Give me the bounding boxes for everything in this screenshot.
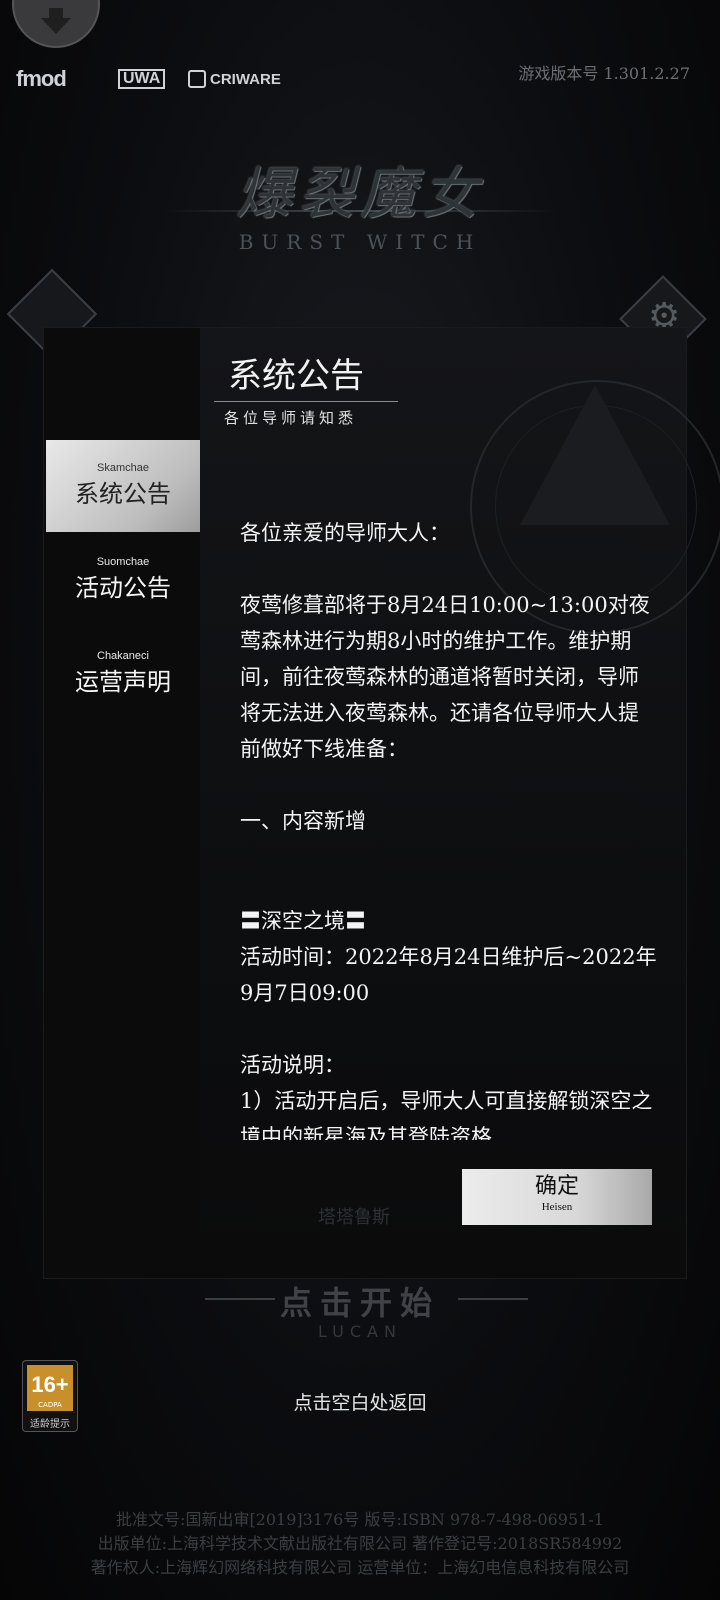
event-description-item: 1）活动开启后，导师大人可直接解锁深空之境中的新星海及其登陆资格 — [240, 1089, 653, 1140]
criware-label: CRIWARE — [210, 70, 281, 88]
tab-sub-label: Skamchae — [97, 462, 149, 474]
game-title-en: BURST WITCH — [238, 230, 482, 254]
game-version: 游戏版本号 1.301.2.27 — [518, 64, 690, 83]
uwa-logo: UWA — [118, 69, 166, 89]
confirm-label: 确定 — [534, 1174, 579, 1199]
notice-paragraph: 夜莺修葺部将于8月24日10:00~13:00对夜莺森林进行为期8小时的维护工作… — [240, 593, 650, 761]
title-underline — [214, 401, 398, 402]
footer-line: 著作权人:上海辉幻网络科技有限公司 运营单位：上海幻电信息科技有限公司 — [90, 1558, 630, 1577]
background-character-name: 塔塔鲁斯 — [318, 1207, 390, 1228]
tab-activity-announcement[interactable]: Suomchae 活动公告 — [46, 534, 200, 626]
tap-to-start-label: 点击开始 — [279, 1284, 440, 1322]
triangle-decoration — [520, 385, 670, 525]
event-time: 活动时间：2022年8月24日维护后~2022年9月7日09:00 — [240, 945, 657, 1005]
footer-line: 批准文号:国新出审[2019]3176号 版号:ISBN 978-7-498-0… — [116, 1510, 604, 1529]
panel-title: 系统公告 — [228, 356, 364, 396]
tap-to-start-sub-label: LUCAN — [318, 1322, 402, 1341]
tab-label: 活动公告 — [75, 574, 171, 602]
panel-subtitle: 各位导师请知悉 — [224, 409, 358, 427]
legal-footer: 批准文号:国新出审[2019]3176号 版号:ISBN 978-7-498-0… — [0, 1508, 720, 1580]
game-title-cn: 爆裂魔女 — [236, 162, 484, 227]
game-logo: 爆裂魔女 BURST WITCH — [170, 150, 550, 300]
download-arrow-icon — [41, 8, 71, 34]
confirm-sub-label: Heisen — [541, 1201, 573, 1213]
footer-line: 出版单位:上海科学技术文献出版社有限公司 著作登记号:2018SR584992 — [97, 1534, 623, 1553]
cri-mark-icon — [188, 70, 206, 88]
notice-greeting: 各位亲爱的导师大人： — [240, 521, 450, 545]
fmod-logo: fmod — [16, 66, 67, 91]
tab-sub-label: Suomchae — [96, 556, 150, 568]
notice-section-heading: 一、内容新增 — [240, 809, 366, 833]
age-rating-label: 适龄提示 — [30, 1419, 70, 1430]
tap-blank-to-return-hint: 点击空白处返回 — [293, 1392, 427, 1414]
tab-sub-label: Chakaneci — [97, 650, 149, 662]
tab-label: 运营声明 — [75, 668, 171, 696]
criware-logo: CRIWARE — [188, 70, 281, 88]
download-button[interactable] — [12, 0, 100, 48]
tab-operations-statement[interactable]: Chakaneci 运营声明 — [46, 628, 200, 720]
event-title: 〓深空之境〓 — [240, 909, 366, 933]
confirm-button[interactable]: 确定 Heisen — [462, 1169, 652, 1225]
tab-label: 系统公告 — [75, 480, 171, 508]
notice-content[interactable]: 各位亲爱的导师大人： 夜莺修葺部将于8月24日10:00~13:00对夜莺森林进… — [240, 515, 658, 1140]
event-description-title: 活动说明： — [240, 1053, 345, 1077]
tab-system-announcement[interactable]: Skamchae 系统公告 — [46, 440, 200, 532]
